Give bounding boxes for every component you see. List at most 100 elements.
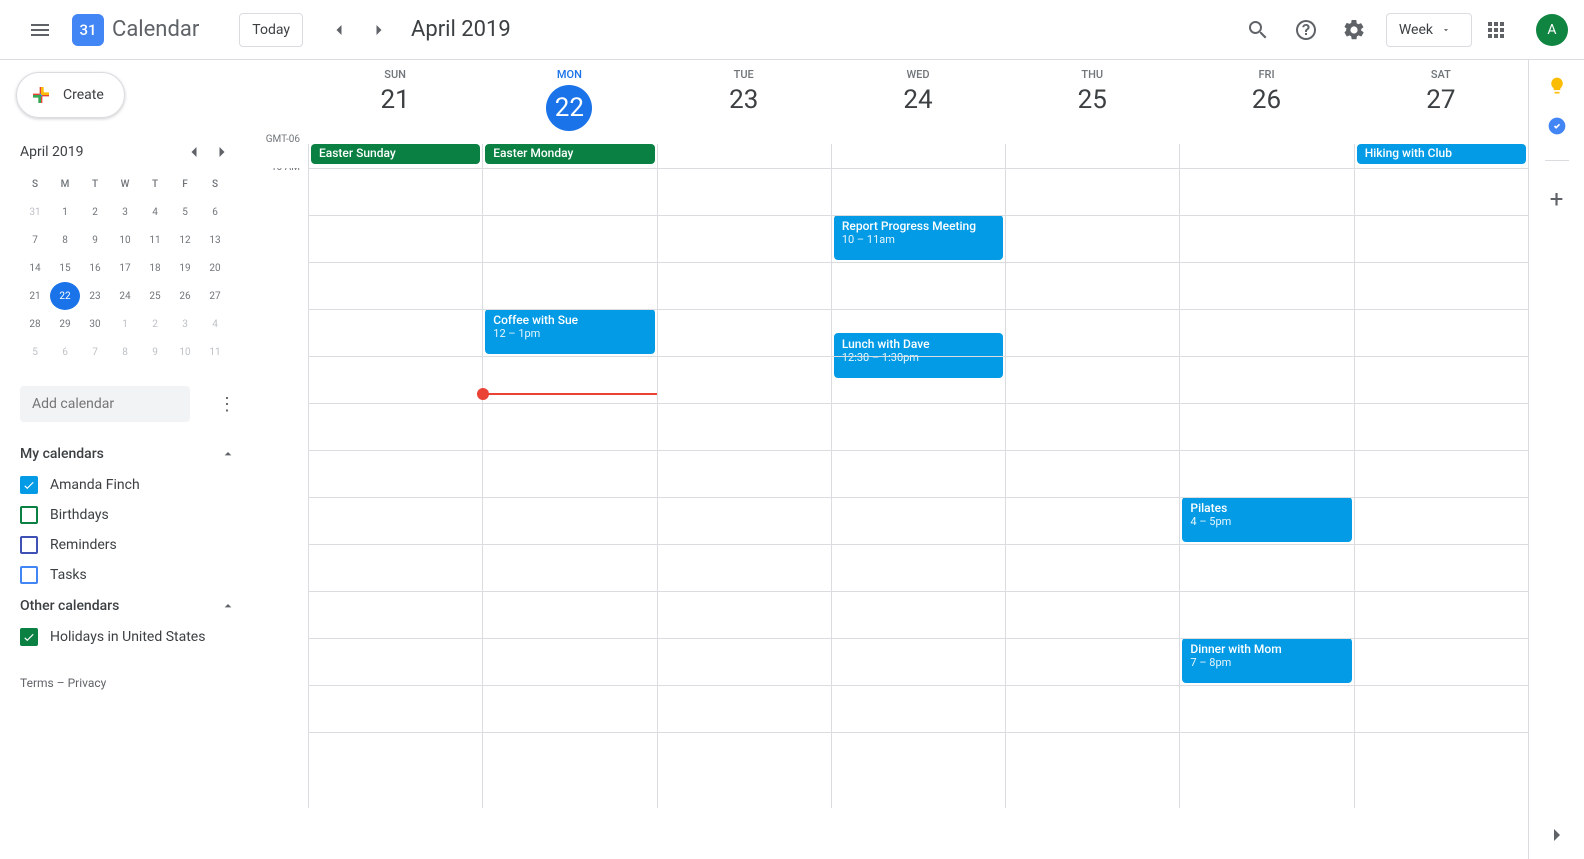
- allday-cell[interactable]: Easter Monday: [482, 144, 656, 168]
- prev-period-button[interactable]: [319, 10, 359, 50]
- calendar-event[interactable]: Coffee with Sue12 – 1pm: [485, 309, 654, 354]
- mini-prev-button[interactable]: [180, 138, 208, 166]
- mini-day[interactable]: 15: [50, 254, 80, 282]
- calendar-item[interactable]: Holidays in United States: [8, 622, 248, 652]
- calendar-checkbox[interactable]: [20, 628, 38, 646]
- privacy-link[interactable]: Privacy: [68, 676, 107, 690]
- mini-day[interactable]: 10: [170, 338, 200, 366]
- allday-event[interactable]: Easter Monday: [485, 144, 654, 164]
- mini-day[interactable]: 10: [110, 226, 140, 254]
- keep-icon[interactable]: [1547, 76, 1567, 96]
- mini-day[interactable]: 21: [20, 282, 50, 310]
- calendar-options-icon[interactable]: ⋮: [218, 394, 236, 415]
- mini-day[interactable]: 11: [200, 338, 230, 366]
- day-header[interactable]: TUE 23: [657, 60, 831, 144]
- view-selector[interactable]: Week: [1386, 13, 1472, 47]
- mini-day[interactable]: 1: [50, 198, 80, 226]
- mini-day[interactable]: 13: [200, 226, 230, 254]
- account-avatar[interactable]: A: [1536, 14, 1568, 46]
- add-calendar-input[interactable]: [20, 386, 190, 422]
- day-header[interactable]: MON 22: [482, 60, 656, 144]
- day-header[interactable]: THU 25: [1005, 60, 1179, 144]
- settings-icon[interactable]: [1330, 6, 1378, 54]
- mini-day[interactable]: 4: [200, 310, 230, 338]
- day-column[interactable]: [1005, 168, 1179, 808]
- day-column[interactable]: [1354, 168, 1528, 808]
- day-column[interactable]: Pilates4 – 5pm Dinner with Mom7 – 8pm: [1179, 168, 1353, 808]
- calendar-checkbox[interactable]: [20, 536, 38, 554]
- search-icon[interactable]: [1234, 6, 1282, 54]
- allday-cell[interactable]: [657, 144, 831, 168]
- allday-cell[interactable]: Easter Sunday: [308, 144, 482, 168]
- mini-day[interactable]: 4: [140, 198, 170, 226]
- allday-cell[interactable]: [1179, 144, 1353, 168]
- allday-event[interactable]: Easter Sunday: [311, 144, 480, 164]
- mini-day[interactable]: 7: [80, 338, 110, 366]
- mini-day[interactable]: 12: [170, 226, 200, 254]
- next-period-button[interactable]: [359, 10, 399, 50]
- day-column[interactable]: [657, 168, 831, 808]
- day-header[interactable]: SAT 27: [1354, 60, 1528, 144]
- day-column[interactable]: Report Progress Meeting10 – 11amLunch wi…: [831, 168, 1005, 808]
- mini-day[interactable]: 1: [110, 310, 140, 338]
- mini-day[interactable]: 3: [170, 310, 200, 338]
- mini-day[interactable]: 7: [20, 226, 50, 254]
- allday-cell[interactable]: [831, 144, 1005, 168]
- today-button[interactable]: Today: [239, 13, 303, 47]
- mini-day[interactable]: 22: [50, 282, 80, 310]
- mini-day[interactable]: 9: [80, 226, 110, 254]
- mini-day[interactable]: 31: [20, 198, 50, 226]
- mini-day[interactable]: 2: [80, 198, 110, 226]
- mini-day[interactable]: 16: [80, 254, 110, 282]
- mini-day[interactable]: 20: [200, 254, 230, 282]
- calendar-item[interactable]: Tasks: [8, 560, 248, 590]
- calendar-item[interactable]: Reminders: [8, 530, 248, 560]
- terms-link[interactable]: Terms: [20, 676, 54, 690]
- mini-day[interactable]: 3: [110, 198, 140, 226]
- allday-cell[interactable]: [1005, 144, 1179, 168]
- mini-day[interactable]: 26: [170, 282, 200, 310]
- mini-day[interactable]: 5: [170, 198, 200, 226]
- calendar-event[interactable]: Dinner with Mom7 – 8pm: [1182, 638, 1351, 683]
- mini-day[interactable]: 5: [20, 338, 50, 366]
- mini-day[interactable]: 18: [140, 254, 170, 282]
- help-icon[interactable]: [1282, 6, 1330, 54]
- mini-day[interactable]: 29: [50, 310, 80, 338]
- allday-event[interactable]: Hiking with Club: [1357, 144, 1526, 164]
- allday-cell[interactable]: Hiking with Club: [1354, 144, 1528, 168]
- calendar-event[interactable]: Report Progress Meeting10 – 11am: [834, 215, 1003, 260]
- mini-next-button[interactable]: [208, 138, 236, 166]
- create-button[interactable]: Create: [16, 72, 125, 118]
- day-column[interactable]: Coffee with Sue12 – 1pm: [482, 168, 656, 808]
- mini-day[interactable]: 2: [140, 310, 170, 338]
- mini-day[interactable]: 30: [80, 310, 110, 338]
- apps-icon[interactable]: [1472, 6, 1520, 54]
- mini-day[interactable]: 27: [200, 282, 230, 310]
- day-header[interactable]: WED 24: [831, 60, 1005, 144]
- mini-day[interactable]: 17: [110, 254, 140, 282]
- mini-day[interactable]: 6: [200, 198, 230, 226]
- calendar-checkbox[interactable]: [20, 506, 38, 524]
- menu-button[interactable]: [16, 6, 64, 54]
- calendar-checkbox[interactable]: [20, 566, 38, 584]
- calendar-event[interactable]: Pilates4 – 5pm: [1182, 497, 1351, 542]
- mini-day[interactable]: 6: [50, 338, 80, 366]
- add-addon-button[interactable]: +: [1550, 185, 1564, 213]
- show-panel-icon[interactable]: [1545, 823, 1569, 847]
- day-column[interactable]: [308, 168, 482, 808]
- mini-day[interactable]: 11: [140, 226, 170, 254]
- mini-day[interactable]: 14: [20, 254, 50, 282]
- tasks-icon[interactable]: [1547, 116, 1567, 136]
- mini-day[interactable]: 25: [140, 282, 170, 310]
- mini-day[interactable]: 8: [50, 226, 80, 254]
- calendar-item[interactable]: Amanda Finch: [8, 470, 248, 500]
- mini-day[interactable]: 8: [110, 338, 140, 366]
- mini-day[interactable]: 23: [80, 282, 110, 310]
- mini-day[interactable]: 9: [140, 338, 170, 366]
- day-header[interactable]: SUN 21: [308, 60, 482, 144]
- mini-day[interactable]: 19: [170, 254, 200, 282]
- mini-day[interactable]: 24: [110, 282, 140, 310]
- calendar-item[interactable]: Birthdays: [8, 500, 248, 530]
- my-calendars-toggle[interactable]: My calendars: [8, 438, 248, 470]
- day-header[interactable]: FRI 26: [1179, 60, 1353, 144]
